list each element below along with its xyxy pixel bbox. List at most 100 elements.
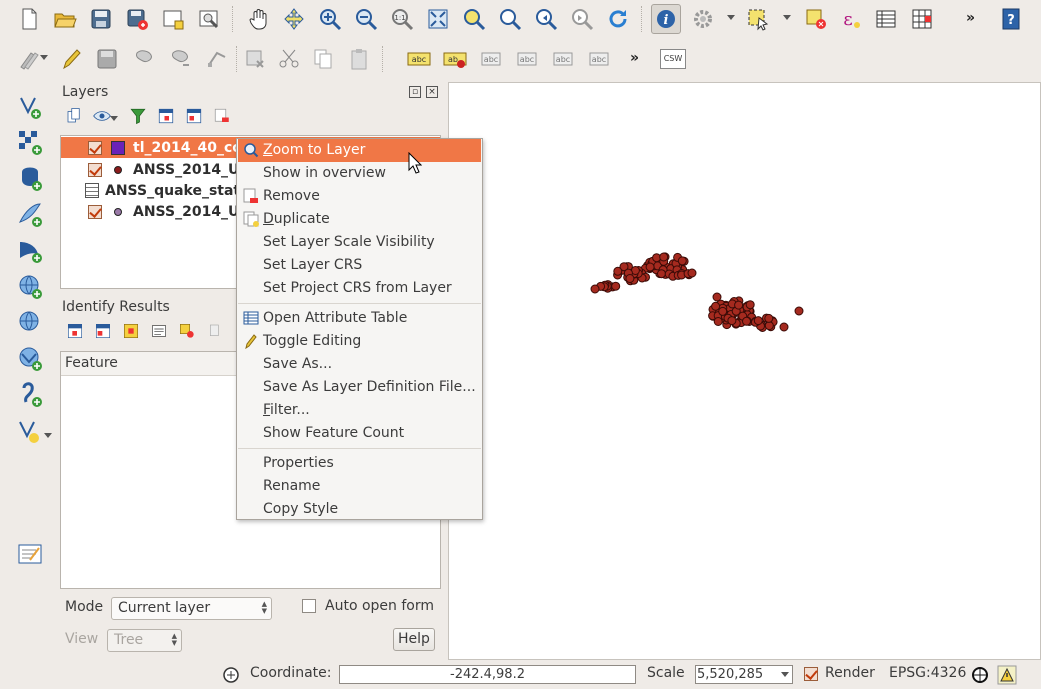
add-feature-icon[interactable] [130, 44, 160, 74]
filter-legend-icon[interactable] [126, 104, 150, 128]
menu-item-copy-style[interactable]: Copy Style [238, 498, 481, 521]
layer-visibility-checkbox[interactable] [88, 162, 102, 177]
move-feature-icon[interactable] [166, 44, 196, 74]
copy-results-icon[interactable] [204, 320, 226, 342]
log-messages-icon[interactable] [14, 538, 46, 570]
help-button[interactable]: Help [393, 628, 435, 651]
cut-features-icon[interactable] [274, 44, 304, 74]
auto-open-form-checkbox[interactable] [302, 599, 316, 613]
layer-visibility-checkbox[interactable] [88, 140, 102, 155]
menu-item-show-in-overview[interactable]: Show in overview [238, 162, 481, 185]
attribute-table-icon[interactable] [871, 4, 901, 34]
copy-features-icon[interactable] [308, 44, 338, 74]
select-features-icon[interactable] [743, 4, 773, 34]
clear-results-icon[interactable] [176, 320, 198, 342]
menu-item-set-project-crs[interactable]: Set Project CRS from Layer [238, 277, 481, 300]
menu-item-set-scale-visibility[interactable]: Set Layer Scale Visibility [238, 231, 481, 254]
add-wcs-layer-icon[interactable] [14, 306, 46, 338]
menu-item-save-layer-definition[interactable]: Save As Layer Definition File... [238, 376, 481, 399]
composer-manager-icon[interactable] [194, 4, 224, 34]
add-wms-layer-icon[interactable] [14, 270, 46, 302]
menu-item-duplicate[interactable]: Duplicate [238, 208, 481, 231]
add-spatialite-layer-icon[interactable] [14, 198, 46, 230]
map-canvas[interactable] [448, 82, 1041, 660]
add-wfs-layer-icon[interactable] [14, 342, 46, 374]
delete-selected-icon[interactable] [240, 44, 270, 74]
chevron-down-icon[interactable] [727, 15, 735, 20]
zoom-out-icon[interactable] [351, 4, 381, 34]
pan-to-selection-icon[interactable] [279, 4, 309, 34]
expand-tree-icon[interactable] [64, 320, 86, 342]
chevron-down-icon[interactable] [40, 55, 48, 60]
help-icon[interactable]: ? [996, 4, 1026, 34]
menu-item-show-feature-count[interactable]: Show Feature Count [238, 422, 481, 445]
save-as-icon[interactable] [122, 4, 152, 34]
zoom-last-icon[interactable] [531, 4, 561, 34]
menu-item-open-attribute-table[interactable]: Open Attribute Table [238, 307, 481, 330]
rotate-label-icon[interactable]: abc [548, 44, 578, 74]
node-tool-icon[interactable] [202, 44, 232, 74]
menu-item-remove[interactable]: Remove [238, 185, 481, 208]
identify-features-icon[interactable]: i [651, 4, 681, 34]
expand-new-results-icon[interactable] [120, 320, 142, 342]
crs-globe-icon[interactable] [971, 666, 989, 684]
warning-icon[interactable] [997, 665, 1017, 685]
view-select[interactable]: Tree ▲ ▼ [107, 629, 182, 652]
float-panel-icon[interactable]: ▫ [409, 86, 421, 98]
menu-item-save-as[interactable]: Save As... [238, 353, 481, 376]
gear-icon[interactable] [688, 4, 718, 34]
new-print-composer-icon[interactable] [158, 4, 188, 34]
change-label-icon[interactable]: abc [584, 44, 614, 74]
menu-item-properties[interactable]: Properties [238, 452, 481, 475]
add-vector-layer-icon[interactable] [14, 90, 46, 122]
refresh-icon[interactable] [603, 4, 633, 34]
zoom-in-icon[interactable] [315, 4, 345, 34]
chevron-down-icon[interactable] [783, 15, 791, 20]
collapse-tree-icon[interactable] [92, 320, 114, 342]
add-group-icon[interactable] [62, 104, 86, 128]
close-icon[interactable]: × [426, 86, 438, 98]
save-edits-icon[interactable] [92, 44, 122, 74]
zoom-native-icon[interactable]: 1:1 [387, 4, 417, 34]
crs-button[interactable]: EPSG:4326 [889, 665, 966, 681]
menu-item-rename[interactable]: Rename [238, 475, 481, 498]
coordinate-field[interactable]: -242.4,98.2 [339, 665, 636, 684]
zoom-to-layer-icon[interactable] [495, 4, 525, 34]
zoom-to-selection-icon[interactable] [459, 4, 489, 34]
scale-combo[interactable]: 5,520,285 [695, 665, 793, 684]
expand-all-icon[interactable] [154, 104, 178, 128]
field-calculator-icon[interactable] [907, 4, 937, 34]
new-shapefile-layer-icon[interactable] [14, 414, 46, 446]
deselect-all-icon[interactable] [801, 4, 831, 34]
paste-features-icon[interactable] [344, 44, 374, 74]
render-checkbox[interactable] [804, 667, 818, 681]
move-label-icon[interactable]: abc [512, 44, 542, 74]
open-form-icon[interactable] [148, 320, 170, 342]
menu-item-filter[interactable]: Filter... [238, 399, 481, 422]
pin-labels-icon[interactable]: ab [440, 44, 470, 74]
more-toolbar-chevron[interactable]: » [630, 50, 639, 66]
expression-select-icon[interactable]: ε [836, 4, 866, 34]
chevron-down-icon[interactable] [110, 116, 118, 121]
add-raster-layer-icon[interactable] [14, 126, 46, 158]
label-tool-icon[interactable]: abc [404, 44, 434, 74]
remove-layer-icon[interactable] [210, 104, 234, 128]
save-project-icon[interactable] [86, 4, 116, 34]
layer-visibility-checkbox[interactable] [88, 204, 102, 219]
csw-button[interactable]: CSW [658, 44, 688, 74]
pan-map-icon[interactable] [244, 4, 274, 34]
add-mssql-layer-icon[interactable] [14, 234, 46, 266]
more-toolbar-chevron[interactable]: » [966, 10, 975, 26]
mode-select[interactable]: Current layer ▲ ▼ [111, 597, 272, 620]
zoom-next-icon[interactable] [567, 4, 597, 34]
open-project-icon[interactable] [50, 4, 80, 34]
toggle-editing-icon[interactable] [56, 44, 86, 74]
collapse-all-icon[interactable] [182, 104, 206, 128]
menu-item-toggle-editing[interactable]: Toggle Editing [238, 330, 481, 353]
add-postgis-layer-icon[interactable] [14, 162, 46, 194]
menu-item-zoom-to-layer[interactable]: Zoom to Layer [238, 139, 481, 162]
menu-item-set-layer-crs[interactable]: Set Layer CRS [238, 254, 481, 277]
add-delimited-text-layer-icon[interactable] [14, 378, 46, 410]
toggle-extents-icon[interactable] [222, 666, 240, 684]
new-project-icon[interactable] [14, 4, 44, 34]
